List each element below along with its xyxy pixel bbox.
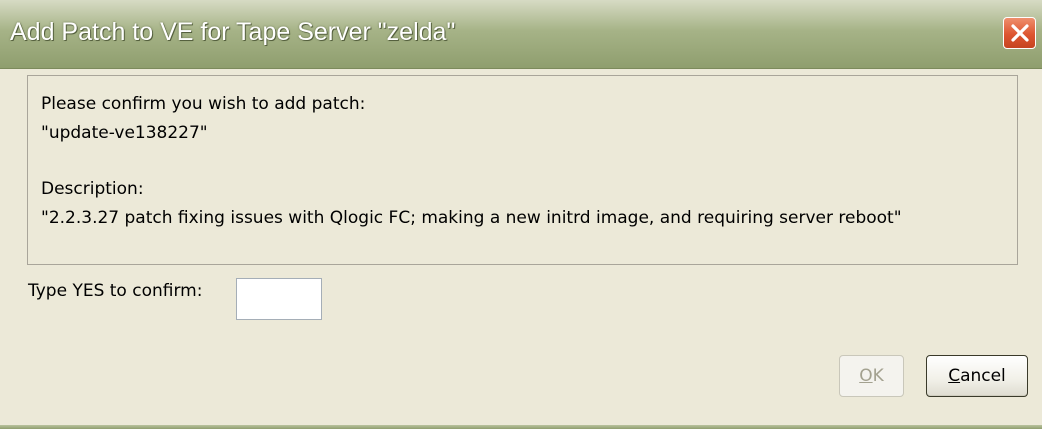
confirm-label: Type YES to confirm: — [28, 281, 203, 301]
window-title: Add Patch to VE for Tape Server "zelda" — [10, 18, 456, 46]
ok-button-label: OK — [859, 366, 884, 386]
confirm-input[interactable] — [236, 278, 322, 320]
window-bottom-border — [0, 425, 1042, 429]
message-panel: Please confirm you wish to add patch: "u… — [27, 75, 1018, 265]
dialog-body: Please confirm you wish to add patch: "u… — [0, 69, 1042, 425]
title-bar[interactable]: Add Patch to VE for Tape Server "zelda" — [0, 0, 1042, 69]
ok-button[interactable]: OK — [839, 355, 904, 397]
close-x-icon — [1011, 24, 1029, 42]
patch-name-text: "update-ve138227" — [41, 123, 208, 143]
cancel-button[interactable]: Cancel — [926, 355, 1028, 397]
close-button[interactable] — [1003, 17, 1036, 49]
description-label: Description: — [41, 179, 144, 199]
confirm-prompt-text: Please confirm you wish to add patch: — [41, 94, 366, 114]
patch-dialog: Add Patch to VE for Tape Server "zelda" … — [0, 0, 1042, 429]
description-text: "2.2.3.27 patch fixing issues with Qlogi… — [41, 208, 902, 228]
cancel-button-label: Cancel — [948, 366, 1006, 386]
